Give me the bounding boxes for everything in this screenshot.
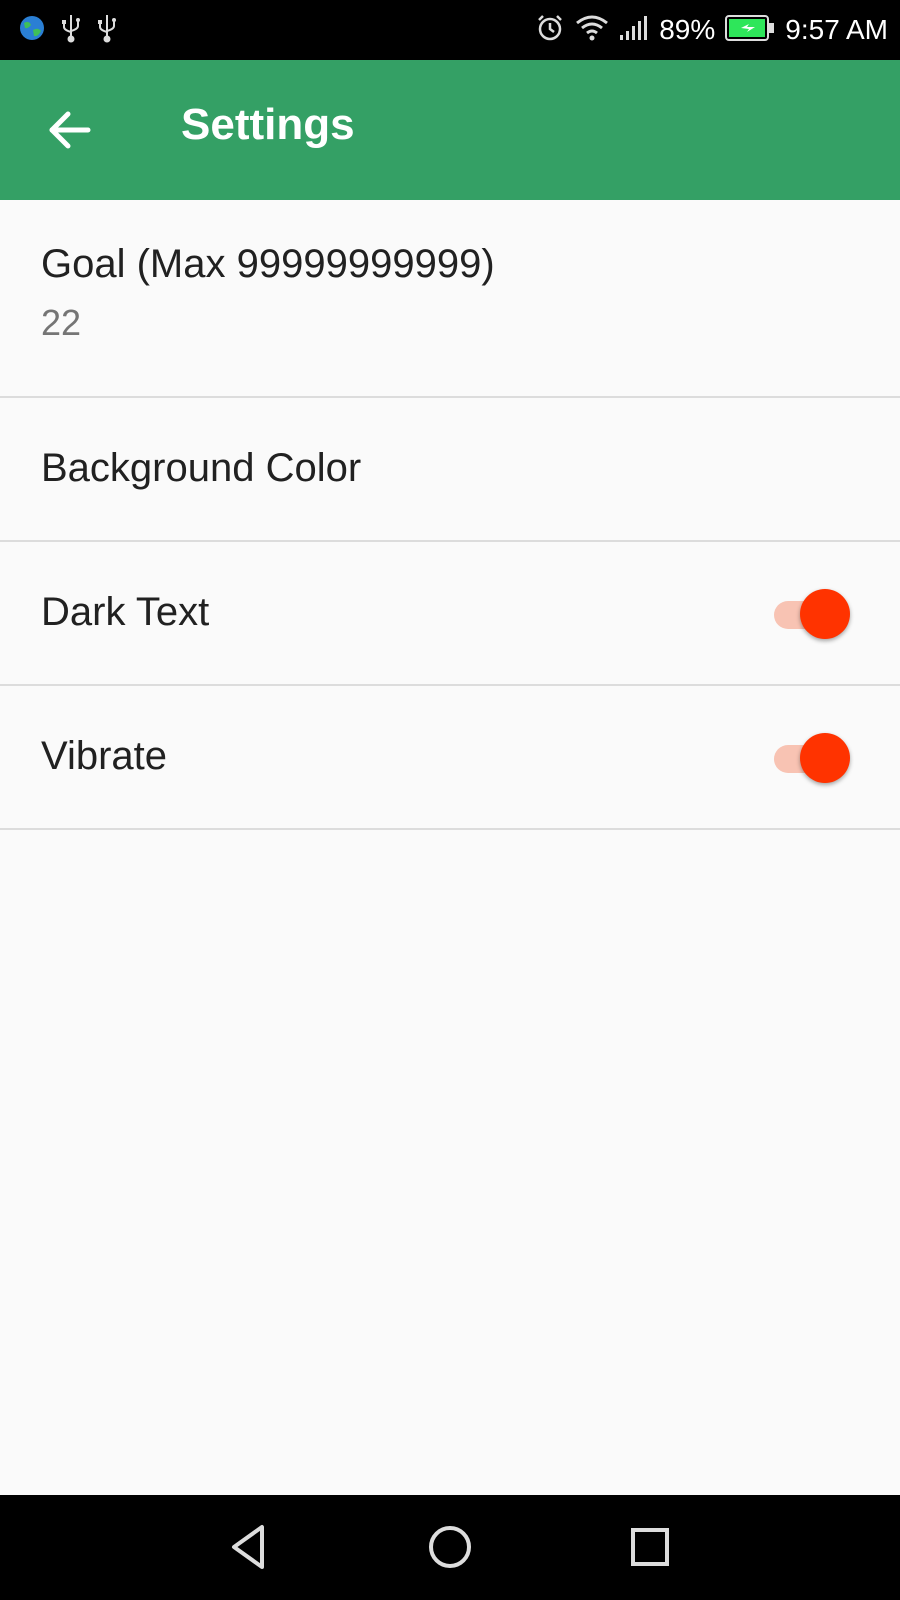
- switch-thumb: [800, 733, 850, 783]
- status-bar-left: [18, 14, 118, 46]
- recents-square-icon: [631, 1528, 669, 1566]
- setting-vibrate[interactable]: Vibrate: [0, 686, 900, 830]
- usb-icon: [60, 13, 82, 48]
- status-bar-right: 89% 9:57 AM: [535, 12, 888, 48]
- setting-background-color[interactable]: Background Color: [0, 398, 900, 542]
- usb-icon: [96, 13, 118, 48]
- wifi-icon: [575, 14, 609, 47]
- setting-dark-text-title: Dark Text: [41, 590, 210, 634]
- app-bar: Settings: [0, 60, 900, 200]
- globe-icon: [18, 14, 46, 47]
- nav-recents-button[interactable]: [620, 1517, 680, 1577]
- setting-dark-text[interactable]: Dark Text: [0, 542, 900, 686]
- page-title: Settings: [181, 100, 355, 149]
- clock: 9:57 AM: [785, 14, 888, 45]
- home-circle-icon: [429, 1526, 471, 1568]
- settings-list: Goal (Max 99999999999) 22 Background Col…: [0, 200, 900, 830]
- navigation-bar: [0, 1495, 900, 1600]
- switch-thumb: [800, 589, 850, 639]
- setting-vibrate-title: Vibrate: [41, 734, 168, 778]
- nav-back-button[interactable]: [220, 1517, 280, 1577]
- back-triangle-icon: [232, 1525, 264, 1569]
- setting-goal-value: 22: [41, 302, 82, 343]
- signal-icon: [619, 15, 649, 46]
- battery-percent: 89%: [659, 14, 716, 45]
- vibrate-switch[interactable]: [770, 730, 852, 783]
- dark-text-switch[interactable]: [770, 586, 852, 639]
- back-button[interactable]: [46, 108, 94, 152]
- nav-home-button[interactable]: [420, 1517, 480, 1577]
- setting-goal[interactable]: Goal (Max 99999999999) 22: [0, 200, 900, 398]
- alarm-icon: [535, 13, 565, 48]
- battery-charging-icon: [725, 14, 775, 46]
- setting-goal-title: Goal (Max 99999999999): [41, 242, 495, 286]
- setting-background-color-title: Background Color: [41, 446, 362, 490]
- status-bar: 89% 9:57 AM: [0, 0, 900, 60]
- arrow-left-icon: [49, 111, 91, 149]
